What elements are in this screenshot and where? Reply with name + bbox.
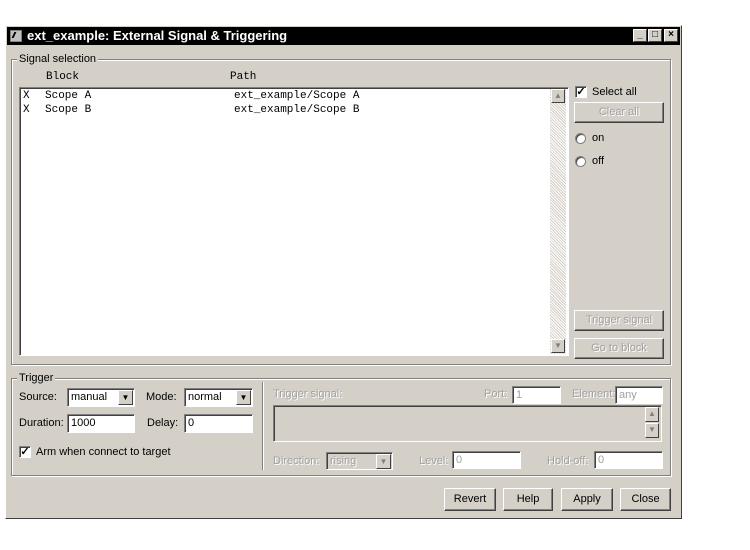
- on-radio[interactable]: [575, 133, 586, 144]
- holdoff-field[interactable]: 0: [594, 451, 663, 469]
- holdoff-value: 0: [598, 454, 605, 466]
- app-icon: [10, 30, 22, 42]
- window-title: ext_example: External Signal & Triggerin…: [27, 28, 288, 43]
- signal-mark: X: [23, 90, 30, 102]
- chevron-down-icon[interactable]: ▼: [376, 454, 391, 469]
- list-scrollbar[interactable]: ▲ ▼: [550, 89, 566, 354]
- holdoff-label: Hold-off:: [547, 455, 589, 467]
- source-dropdown[interactable]: manual ▼: [67, 388, 135, 407]
- mode-label: Mode:: [146, 391, 177, 403]
- delay-field[interactable]: 0: [184, 414, 253, 433]
- clear-all-button[interactable]: Clear all: [574, 102, 664, 123]
- chevron-down-icon[interactable]: ▼: [236, 390, 251, 405]
- mode-dropdown[interactable]: normal ▼: [184, 388, 253, 407]
- direction-label: Direction:: [273, 455, 320, 467]
- duration-value: 1000: [71, 417, 96, 429]
- apply-button[interactable]: Apply: [561, 488, 613, 511]
- scroll-down-icon[interactable]: ▼: [551, 339, 565, 353]
- maximize-icon[interactable]: □: [648, 29, 662, 42]
- delay-label: Delay:: [147, 417, 179, 429]
- level-value: 0: [456, 454, 463, 466]
- signal-block: Scope B: [45, 104, 92, 116]
- level-label: Level:: [419, 455, 449, 467]
- scroll-down-icon[interactable]: ▼: [645, 423, 659, 438]
- chevron-down-icon[interactable]: ▼: [118, 390, 133, 405]
- close-icon[interactable]: ×: [664, 29, 678, 42]
- scroll-up-icon[interactable]: ▲: [645, 407, 659, 422]
- signal-block: Scope A: [45, 90, 92, 102]
- arm-checkbox[interactable]: ✓: [19, 446, 31, 458]
- column-header-block: Block: [46, 71, 80, 83]
- level-field[interactable]: 0: [452, 451, 521, 469]
- signal-list[interactable]: X Scope A ext_example/Scope A X Scope B …: [19, 87, 569, 356]
- port-field[interactable]: 1: [512, 386, 561, 404]
- off-radio-label: off: [592, 155, 605, 167]
- on-radio-label: on: [592, 132, 605, 144]
- direction-value: rising: [330, 455, 357, 467]
- scroll-up-icon[interactable]: ▲: [551, 89, 565, 103]
- select-all-checkbox[interactable]: ✓: [575, 86, 587, 98]
- signal-selection-label: Signal selection: [17, 53, 99, 65]
- trigger-signal-button[interactable]: Trigger signal: [574, 310, 664, 331]
- direction-dropdown[interactable]: rising ▼: [326, 452, 393, 470]
- trigger-separator: [262, 382, 264, 470]
- revert-button[interactable]: Revert: [444, 488, 496, 511]
- arm-label: Arm when connect to target: [36, 446, 171, 458]
- select-all-label: Select all: [592, 86, 637, 98]
- signal-path: ext_example/Scope B: [234, 104, 360, 116]
- delay-value: 0: [188, 417, 195, 429]
- off-radio[interactable]: [575, 156, 586, 167]
- element-field[interactable]: any: [615, 386, 663, 404]
- column-header-path: Path: [230, 71, 257, 83]
- source-label: Source:: [19, 391, 57, 403]
- element-label: Element:: [572, 388, 616, 400]
- duration-label: Duration:: [19, 417, 64, 429]
- element-value: any: [619, 389, 637, 401]
- trigger-group-label: Trigger: [17, 372, 56, 384]
- help-button[interactable]: Help: [503, 488, 553, 511]
- title-bar[interactable]: ext_example: External Signal & Triggerin…: [7, 27, 680, 45]
- port-label: Port:: [484, 388, 508, 400]
- signal-mark: X: [23, 104, 30, 116]
- source-value: manual: [71, 391, 108, 403]
- signal-path: ext_example/Scope A: [234, 90, 360, 102]
- mode-value: normal: [188, 391, 222, 403]
- port-value: 1: [516, 389, 523, 401]
- minimize-icon[interactable]: _: [633, 29, 647, 42]
- trigger-signal-box[interactable]: ▲ ▼: [273, 405, 662, 442]
- duration-field[interactable]: 1000: [67, 414, 135, 433]
- go-to-block-button[interactable]: Go to block: [574, 338, 664, 359]
- list-item[interactable]: X Scope A ext_example/Scope A: [23, 90, 543, 104]
- list-item[interactable]: X Scope B ext_example/Scope B: [23, 104, 543, 118]
- close-button[interactable]: Close: [620, 488, 671, 511]
- trigger-signal-label: Trigger signal:: [273, 388, 343, 400]
